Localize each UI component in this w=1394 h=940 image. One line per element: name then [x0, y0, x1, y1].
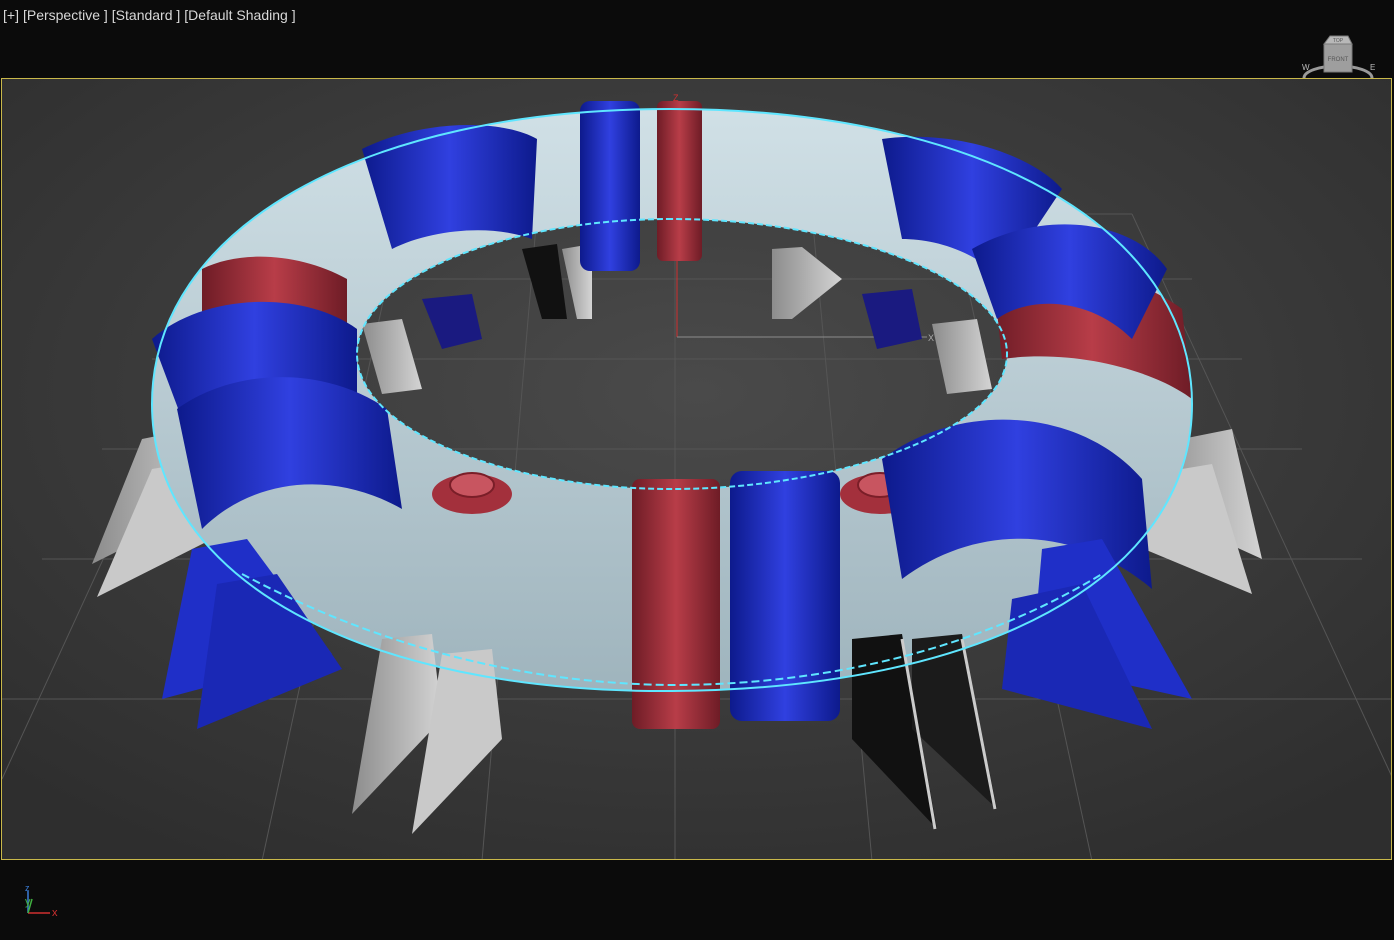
viewport-mode-menu[interactable]: [Standard ] [112, 5, 181, 25]
world-axis-tripod: x y z [25, 883, 58, 919]
3d-viewport-window: [+] [Perspective ] [Standard ] [Default … [0, 0, 1394, 940]
blue-ring-front[interactable] [730, 471, 840, 721]
perspective-viewport[interactable]: Z X [1, 78, 1392, 860]
gizmo-x-label: X [928, 333, 934, 343]
viewport-label-menu: [+] [Perspective ] [Standard ] [Default … [3, 5, 296, 25]
blue-ring-back[interactable] [580, 101, 640, 271]
viewport-shading-menu[interactable]: [Default Shading ] [184, 5, 295, 25]
axis-x-label: x [52, 907, 58, 919]
blue-ring-back-left[interactable] [362, 125, 537, 249]
viewcube-front-label: FRONT [1328, 57, 1349, 63]
compass-e-label: E [1370, 63, 1375, 72]
viewport-scene[interactable]: Z X [2, 79, 1392, 860]
viewport-view-menu[interactable]: [Perspective ] [23, 5, 108, 25]
axis-z-label: z [25, 883, 30, 893]
red-ring-back[interactable] [657, 101, 702, 261]
axis-y-label: y [25, 896, 31, 908]
viewport-plus-menu[interactable]: [+] [3, 5, 19, 25]
compass-w-label: W [1302, 63, 1310, 72]
viewcube-top-label: TOP [1333, 38, 1344, 44]
